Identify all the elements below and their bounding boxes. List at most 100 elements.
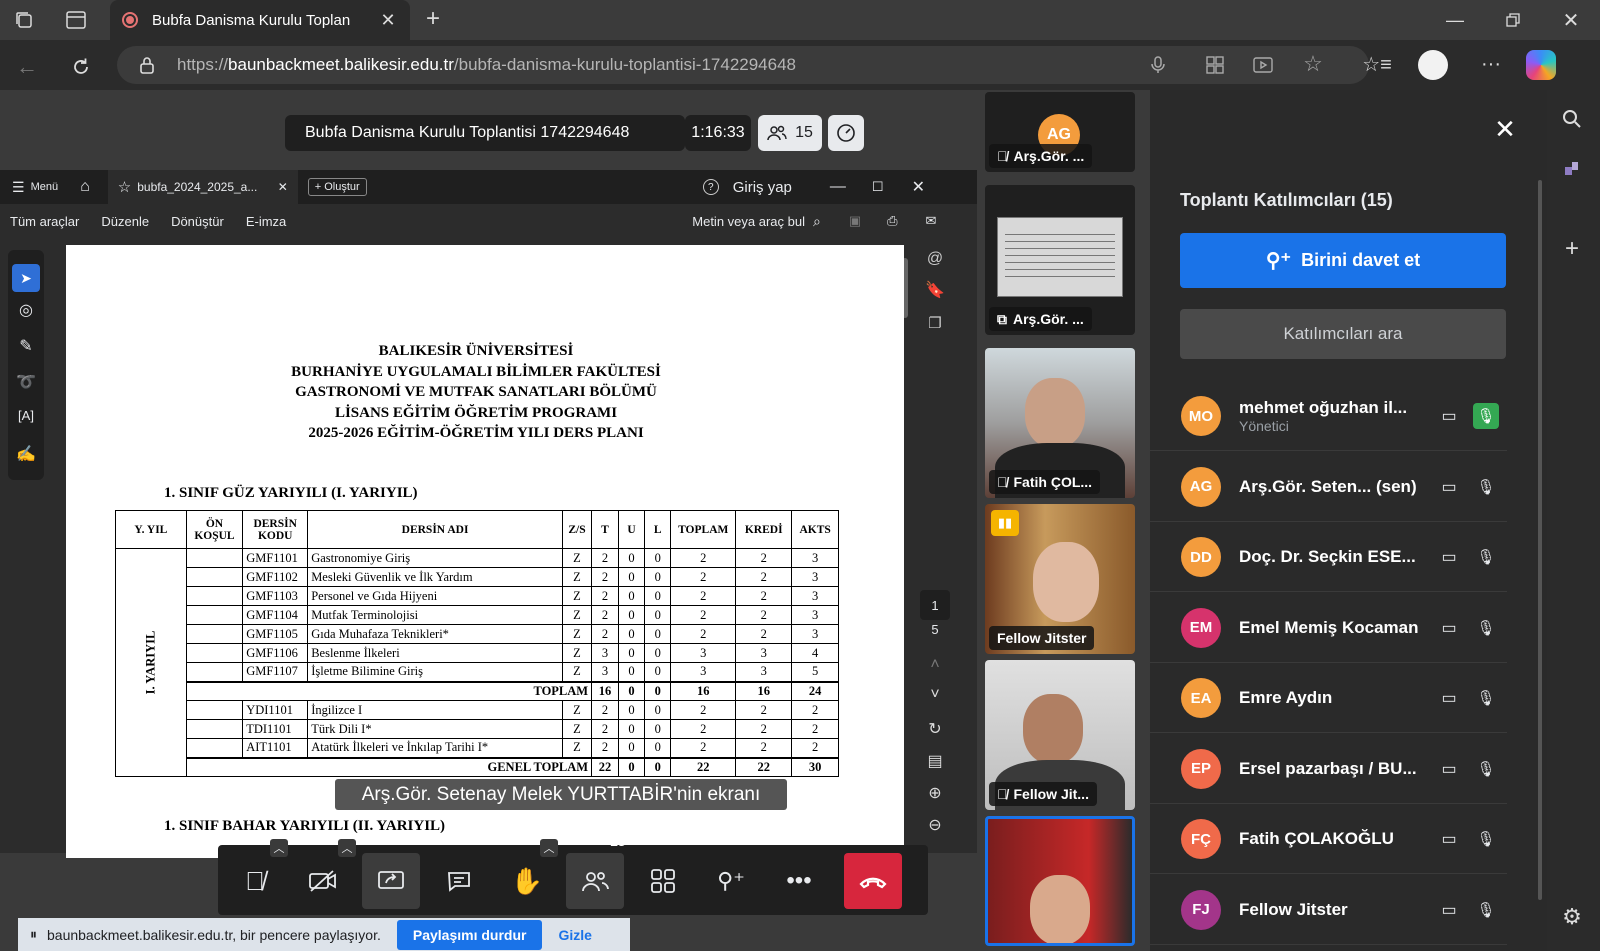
camera-status-icon[interactable]: ▭ [1437, 688, 1461, 708]
video-tile[interactable]: AG 🎙̸ Arş.Gör. ... [985, 92, 1135, 172]
reactions-chevron-icon[interactable]: ︿ [540, 839, 558, 857]
camera-status-icon[interactable]: ▭ [1437, 547, 1461, 567]
pdf-search-icon[interactable]: ⌕ [813, 213, 821, 230]
profile-avatar[interactable] [1418, 50, 1448, 80]
apps-icon[interactable] [1200, 52, 1230, 78]
video-tile[interactable]: 🎙̸ Fatih ÇOL... [985, 348, 1135, 498]
save-icon[interactable]: ▣ [849, 213, 861, 229]
participant-row[interactable]: AG Arş.Gör. Seten... (sen) ▭ 🎙 [1150, 453, 1507, 522]
copilot-icon[interactable] [1526, 50, 1556, 80]
search-icon[interactable] [1557, 104, 1587, 134]
camera-status-icon[interactable]: ▭ [1437, 900, 1461, 920]
mic-status-icon[interactable]: 🎙 [1473, 615, 1499, 641]
mic-status-icon[interactable]: 🎙 [1473, 544, 1499, 570]
mic-status-icon[interactable]: 🎙 [1473, 897, 1499, 923]
pages-icon[interactable]: ❐ [915, 314, 955, 344]
page-number-current[interactable]: 1 [920, 590, 950, 620]
tab-actions-icon[interactable] [62, 6, 90, 34]
close-panel-icon[interactable]: ✕ [1490, 114, 1520, 144]
sign-icon[interactable]: ✍ [12, 444, 40, 472]
video-tile-active[interactable] [985, 816, 1135, 946]
workspaces-icon[interactable] [10, 6, 38, 34]
mic-status-icon[interactable]: 🎙 [1473, 685, 1499, 711]
more-menu-icon[interactable]: ··· [1476, 50, 1506, 78]
star-icon[interactable]: ☆ [118, 178, 131, 196]
bookmark-icon[interactable]: 🔖 [915, 280, 955, 314]
more-options-button[interactable]: ••• [770, 853, 828, 909]
mic-status-icon[interactable]: 🎙 [1473, 756, 1499, 782]
home-icon[interactable]: ⌂ [80, 178, 90, 196]
restore-icon[interactable] [1498, 6, 1528, 34]
text-select-icon[interactable]: [A] [12, 408, 40, 436]
microphone-toggle[interactable]: 🎙̸ [226, 853, 284, 909]
favorite-star-icon[interactable]: ☆ [1298, 50, 1328, 78]
participant-row[interactable]: FJ Fellow Jitster ▭ 🎙 [1150, 876, 1507, 945]
highlight-pen-icon[interactable]: ✎ [12, 336, 40, 364]
menu-icon[interactable]: ☰ [12, 179, 25, 196]
reload-icon[interactable] [66, 52, 96, 82]
select-cursor-icon[interactable]: ➤ [12, 264, 40, 292]
close-window-icon[interactable]: ✕ [1556, 6, 1586, 34]
camera-status-icon[interactable]: ▭ [1437, 406, 1461, 426]
favorites-list-icon[interactable]: ☆≡ [1362, 50, 1392, 78]
camera-status-icon[interactable]: ▭ [1437, 477, 1461, 497]
chat-button[interactable] [430, 853, 488, 909]
camera-status-icon[interactable]: ▭ [1437, 829, 1461, 849]
esign-menu[interactable]: E-imza [246, 214, 286, 229]
video-tile[interactable]: ▮▮ Fellow Jitster [985, 504, 1135, 654]
leave-call-button[interactable] [844, 853, 902, 909]
layout-button[interactable] [634, 853, 692, 909]
all-tools-menu[interactable]: Tüm araçlar [10, 214, 79, 229]
participant-row[interactable]: EP Ersel pazarbaşı / BU... ▭ 🎙 [1150, 735, 1507, 804]
add-sidebar-icon[interactable]: + [1557, 234, 1587, 264]
zoom-in-icon[interactable]: ⊕ [920, 782, 950, 804]
edit-menu[interactable]: Düzenle [101, 214, 149, 229]
pdf-close-icon[interactable]: ✕ [912, 177, 925, 197]
camera-options-chevron-icon[interactable]: ︿ [338, 839, 356, 857]
mic-options-chevron-icon[interactable]: ︿ [270, 839, 288, 857]
zoom-out-icon[interactable]: ⊖ [920, 814, 950, 836]
email-icon[interactable]: ✉ [926, 213, 937, 229]
create-button[interactable]: + Oluştur [307, 178, 367, 196]
ai-assistant-icon[interactable]: @ [915, 250, 955, 280]
mic-status-icon[interactable]: 🎙 [1473, 826, 1499, 852]
participant-count-button[interactable]: 15 [758, 115, 822, 151]
participant-row[interactable]: FÇ Fatih ÇOLAKOĞLU ▭ 🎙 [1150, 805, 1507, 874]
mic-status-icon[interactable]: 🎙 [1473, 474, 1499, 500]
participant-row[interactable]: EA Emre Aydın ▭ 🎙 [1150, 664, 1507, 733]
connection-speed-button[interactable] [828, 115, 864, 151]
share-screen-button[interactable] [362, 853, 420, 909]
panel-scrollbar[interactable] [1538, 180, 1542, 900]
pdf-maximize-icon[interactable]: ☐ [872, 179, 884, 195]
pdf-minimize-icon[interactable]: — [830, 178, 846, 196]
rotate-icon[interactable]: ↻ [920, 718, 950, 740]
hide-notice-button[interactable]: Gizle [558, 927, 591, 943]
raise-hand-button[interactable]: ✋ [498, 853, 556, 909]
minimize-icon[interactable]: — [1440, 6, 1470, 34]
picture-in-picture-icon[interactable] [1248, 52, 1278, 78]
page-down-icon[interactable]: ˅ [920, 684, 950, 706]
settings-gear-icon[interactable]: ⚙ [1557, 902, 1587, 932]
video-tile[interactable]: 🎙̸ Fellow Jit... [985, 660, 1135, 810]
video-tile[interactable]: ⧉ Arş.Gör. ... [985, 185, 1135, 335]
convert-menu[interactable]: Dönüştür [171, 214, 224, 229]
lock-icon[interactable] [136, 54, 158, 76]
back-arrow-icon[interactable]: ← [12, 52, 42, 82]
participant-row[interactable]: DD Doç. Dr. Seçkin ESE... ▭ 🎙 [1150, 523, 1507, 592]
participant-row[interactable]: MO mehmet oğuzhan il... Yönetici ▭ 🎙 [1150, 382, 1507, 451]
invite-button[interactable]: ⚲⁺ Birini davet et [1180, 233, 1506, 288]
stop-sharing-button[interactable]: Paylaşımı durdur [396, 919, 543, 950]
invite-control-button[interactable]: ⚲⁺ [702, 853, 760, 909]
participants-button[interactable] [566, 853, 624, 909]
participant-row[interactable]: EM Emel Memiş Kocaman ▭ 🎙 [1150, 594, 1507, 663]
sign-in-button[interactable]: Giriş yap [733, 179, 792, 196]
page-up-icon[interactable]: ˄ [920, 654, 950, 676]
close-tab-icon[interactable]: ✕ [378, 10, 398, 31]
url-field[interactable]: https://baunbackmeet.balikesir.edu.tr/bu… [117, 46, 1369, 84]
pdf-doc-tab[interactable]: ☆ bubfa_2024_2025_a... ✕ [107, 170, 298, 204]
browser-tab[interactable]: Bubfa Danisma Kurulu Toplan ✕ [110, 0, 410, 40]
find-tools-label[interactable]: Metin veya araç bul [692, 214, 805, 229]
microphone-icon[interactable] [1143, 52, 1173, 78]
help-icon[interactable]: ? [702, 179, 719, 195]
comment-icon[interactable]: ◎ [12, 300, 40, 328]
